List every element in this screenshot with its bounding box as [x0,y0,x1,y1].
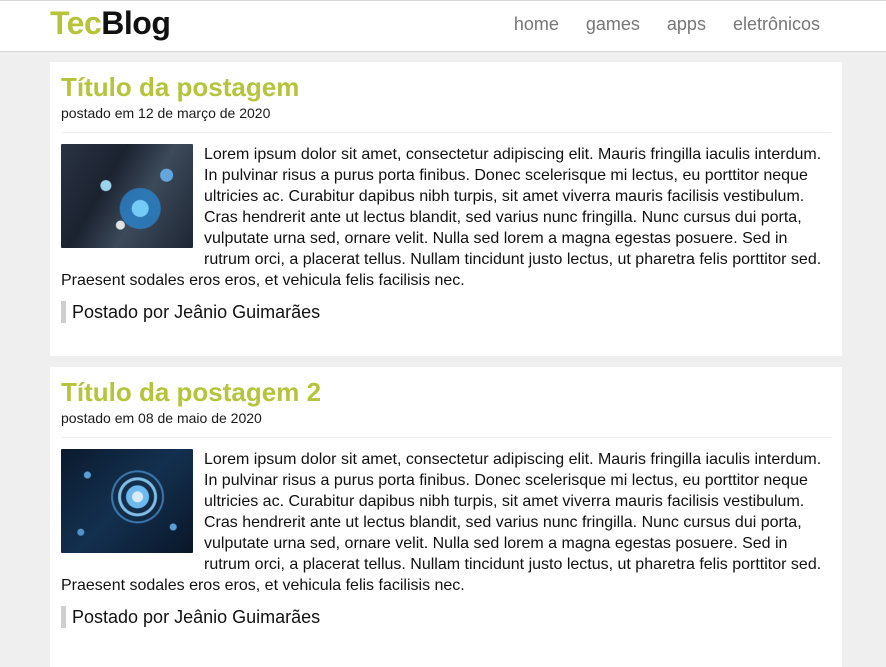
post-card: Título da postagem postado em 12 de març… [50,62,842,356]
post-date: postado em 08 de maio de 2020 [61,410,262,426]
site-logo[interactable]: TecBlog [50,5,171,41]
post-date: postado em 12 de março de 2020 [61,105,271,121]
post-author: Postado por Jeânio Guimarães [61,606,831,628]
logo-part-tec: Tec [50,5,102,41]
nav-item-games[interactable]: games [586,13,640,35]
logo-part-blog: Blog [101,5,171,41]
post-author: Postado por Jeânio Guimarães [61,301,831,323]
post-title[interactable]: Título da postagem 2 [61,377,831,407]
nav-item-eletronicos[interactable]: eletrônicos [733,13,820,35]
post-body: Lorem ipsum dolor sit amet, consectetur … [61,144,831,291]
technology-hand-icon [61,144,193,248]
post-body: Lorem ipsum dolor sit amet, consectetur … [61,449,831,596]
post-card: Título da postagem 2 postado em 08 de ma… [50,367,842,667]
nav-item-home[interactable]: home [514,13,559,35]
post-title[interactable]: Título da postagem [61,72,831,102]
post-divider [61,132,831,133]
digital-network-icon [61,449,193,553]
site-header: TecBlog home games apps eletrônicos [0,0,886,52]
post-divider [61,437,831,438]
nav-item-apps[interactable]: apps [667,13,706,35]
main-nav: home games apps eletrônicos [514,13,820,35]
